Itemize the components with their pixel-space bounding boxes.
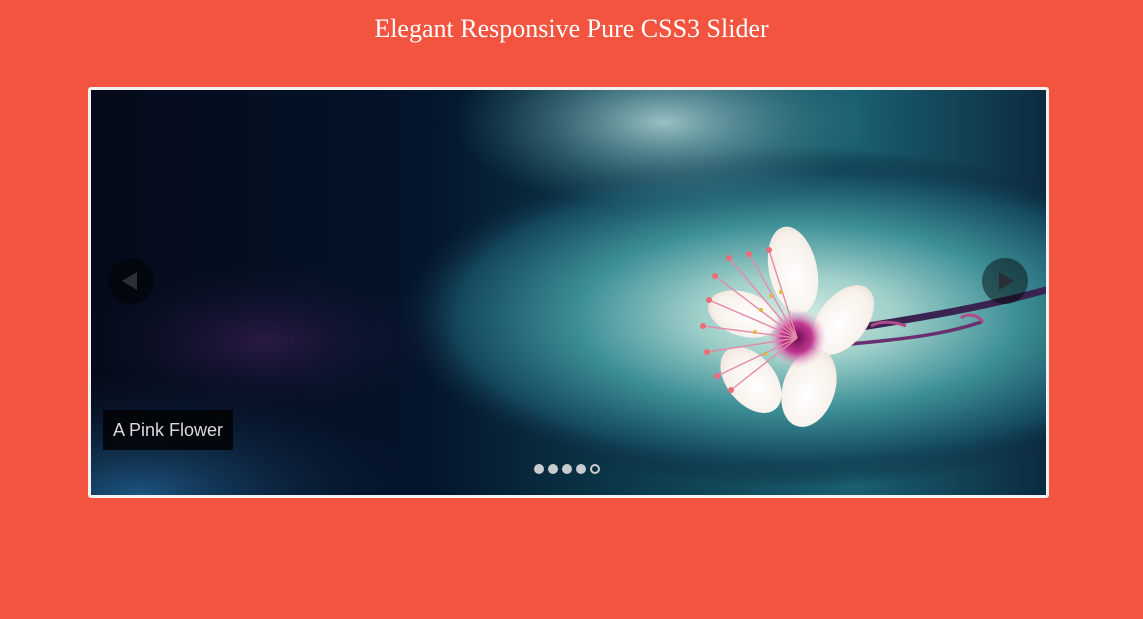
slide-image-pink-flower <box>91 90 1046 495</box>
slide-dot-2[interactable] <box>548 464 558 474</box>
slide-pagination <box>534 464 600 476</box>
slide-dot-4[interactable] <box>576 464 586 474</box>
slide-caption: A Pink Flower <box>103 410 234 450</box>
triangle-right-icon <box>999 272 1014 290</box>
slide-dot-1[interactable] <box>534 464 544 474</box>
page-title: Elegant Responsive Pure CSS3 Slider <box>374 14 769 43</box>
slide-dot-3[interactable] <box>562 464 572 474</box>
image-slider: A Pink Flower <box>88 87 1049 498</box>
slide-dot-5-active[interactable] <box>590 464 600 474</box>
triangle-left-icon <box>122 272 137 290</box>
previous-slide-button[interactable] <box>108 258 154 304</box>
next-slide-button[interactable] <box>982 258 1028 304</box>
